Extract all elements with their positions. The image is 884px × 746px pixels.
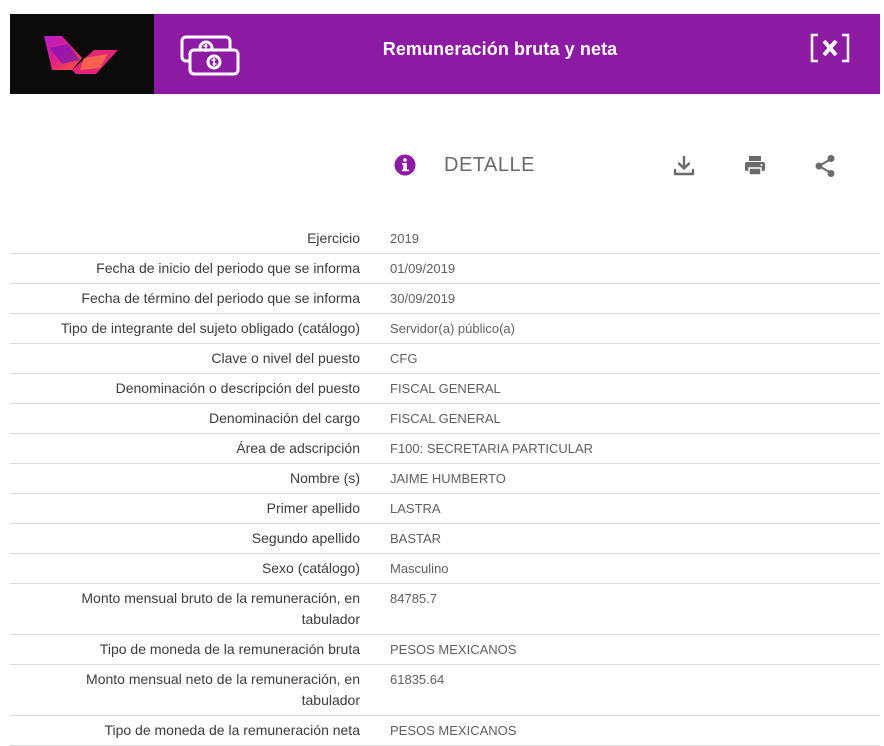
field-value: Masculino [390,561,449,576]
logo [10,14,154,94]
info-icon [394,154,416,176]
table-row: Tipo de moneda de la remuneración neta P… [10,716,880,746]
field-value: 30/09/2019 [390,291,456,306]
field-value: F100: SECRETARIA PARTICULAR [390,441,594,456]
field-value: Servidor(a) público(a) [390,321,515,336]
field-value: PESOS MEXICANOS [390,642,517,657]
table-row: Sexo (catálogo) Masculino [10,554,880,584]
table-row: Fecha de inicio del periodo que se infor… [10,254,880,284]
download-icon[interactable] [671,153,697,179]
close-icon[interactable] [810,33,850,63]
table-row: Nombre (s) JAIME HUMBERTO [10,464,880,494]
field-value: JAIME HUMBERTO [390,471,506,486]
toolbar: DETALLE [0,146,884,186]
table-row: Ejercicio 2019 [10,224,880,254]
field-label: Área de adscripción [236,440,360,456]
table-row: Área de adscripción F100: SECRETARIA PAR… [10,434,880,464]
page-title: Remuneración bruta y neta [382,39,618,59]
field-value: CFG [390,351,418,366]
field-label: Primer apellido [266,500,360,516]
field-label: Denominación o descripción del puesto [115,380,360,396]
field-label: Nombre (s) [289,470,360,486]
field-label: Ejercicio [307,230,360,246]
table-row: Segundo apellido BASTAR [10,524,880,554]
table-row: Fecha de término del periodo que se info… [10,284,880,314]
share-icon[interactable] [812,153,838,179]
table-row: Monto mensual neto de la remuneración, e… [10,665,880,716]
header-bar: Remuneración bruta y neta [10,14,880,94]
table-row: Clave o nivel del puesto CFG [10,344,880,374]
field-label: Tipo de moneda de la remuneración bruta [99,641,360,657]
field-label: Tipo de integrante del sujeto obligado (… [60,320,360,336]
field-label: Fecha de término del periodo que se info… [81,290,360,306]
money-icon [180,34,242,78]
field-label: Monto mensual neto de la remuneración, e… [86,671,360,708]
table-row: Denominación del cargo FISCAL GENERAL [10,404,880,434]
table-row: Primer apellido LASTRA [10,494,880,524]
field-value: FISCAL GENERAL [390,381,501,396]
field-label: Clave o nivel del puesto [211,350,360,366]
table-row: Denominación o descripción del puesto FI… [10,374,880,404]
field-label: Tipo de moneda de la remuneración neta [104,722,360,738]
field-label: Sexo (catálogo) [261,560,360,576]
field-value: 2019 [390,231,419,246]
detail-heading: DETALLE [444,154,535,176]
field-label: Fecha de inicio del periodo que se infor… [96,260,360,276]
table-row: Monto mensual bruto de la remuneración, … [10,584,880,635]
field-value: 61835.64 [390,672,445,687]
table-row: Tipo de moneda de la remuneración bruta … [10,635,880,665]
field-label: Monto mensual bruto de la remuneración, … [81,590,360,627]
field-value: 84785.7 [390,591,437,606]
table-row: Tipo de integrante del sujeto obligado (… [10,314,880,344]
detail-table: Ejercicio 2019 Fecha de inicio del perio… [10,224,880,746]
field-label: Segundo apellido [251,530,360,546]
field-value: BASTAR [390,531,442,546]
print-icon[interactable] [742,153,768,179]
field-label: Denominación del cargo [209,410,360,426]
field-value: 01/09/2019 [390,261,456,276]
field-value: PESOS MEXICANOS [390,723,517,738]
field-value: FISCAL GENERAL [390,411,501,426]
field-value: LASTRA [390,501,441,516]
